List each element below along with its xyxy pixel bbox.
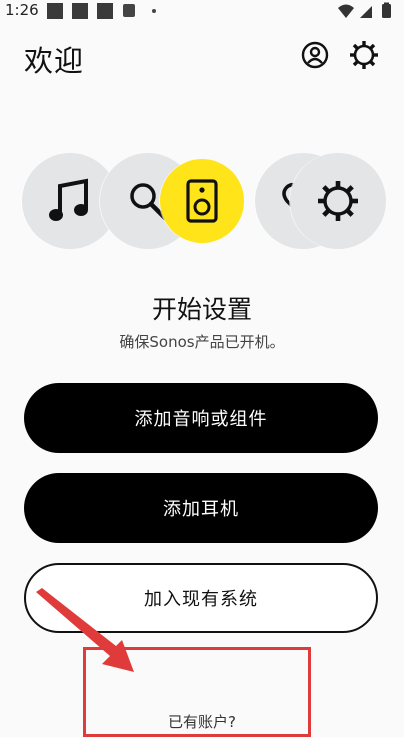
status-time: 1:26 [5, 1, 39, 19]
status-icons [338, 2, 391, 18]
page-title: 欢迎 [24, 44, 85, 78]
gear-icon[interactable] [349, 40, 379, 70]
music-note-icon [49, 178, 88, 221]
wifi-icon [338, 4, 354, 18]
speaker-circle [160, 159, 244, 243]
settings-gear-icon [318, 181, 358, 221]
account-icon[interactable] [300, 40, 330, 70]
setup-heading: 开始设置 [151, 295, 252, 324]
battery-icon [382, 4, 391, 18]
settings-circle [290, 153, 386, 249]
have-account-link[interactable]: 已有账户? [0, 711, 404, 732]
more-notifications-icon [152, 9, 156, 13]
notification-icon [97, 3, 113, 19]
signal-icon [360, 6, 372, 18]
notification-icon [123, 4, 135, 17]
speaker-icon [186, 179, 218, 223]
setup-subtitle: 确保Sonos产品已开机。 [119, 333, 285, 351]
add-headphones-button[interactable]: 添加耳机 [24, 473, 378, 543]
notification-icon [72, 3, 88, 19]
status-bar: 1:26 [0, 0, 404, 22]
add-speaker-button[interactable]: 添加音响或组件 [24, 383, 378, 453]
notification-icon [47, 3, 63, 19]
